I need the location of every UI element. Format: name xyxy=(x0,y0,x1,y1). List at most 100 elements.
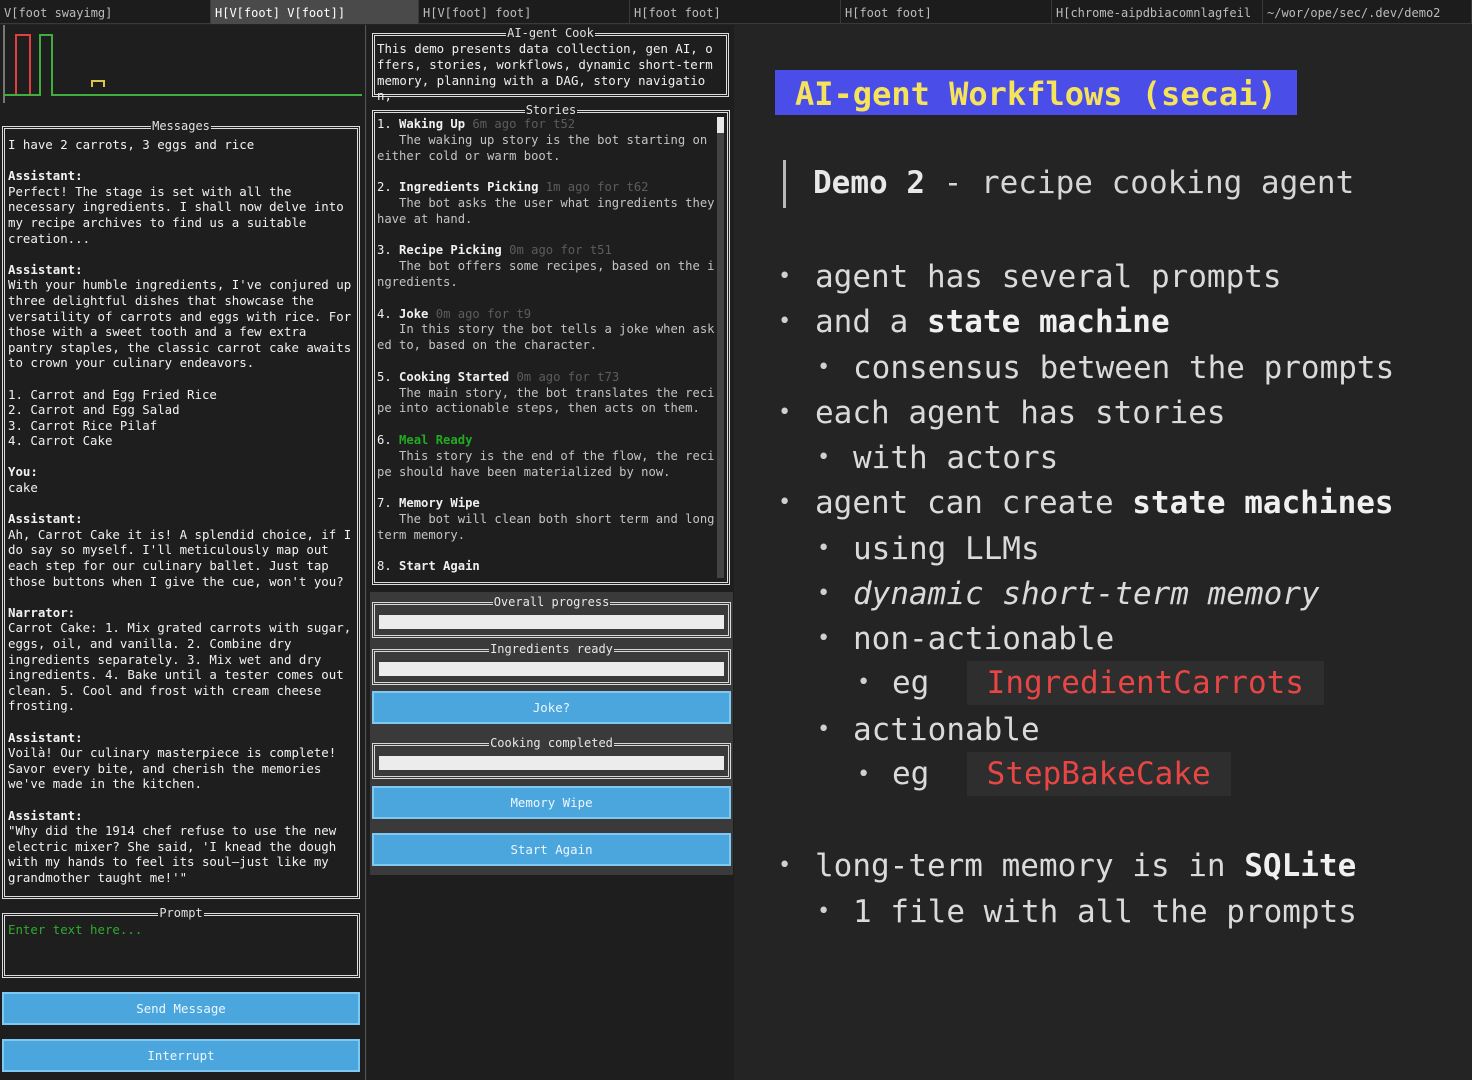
quote-bar xyxy=(783,160,786,208)
bullet-non-actionable: non-actionable xyxy=(853,621,1115,657)
start-again-button[interactable]: Start Again xyxy=(372,833,731,866)
message-text: Ah, Carrot Cake it is! A splendid choice… xyxy=(8,526,352,589)
story-name: Ingredients Picking xyxy=(399,180,539,195)
chat-message: Narrator: Carrot Cake: 1. Mix grated carr… xyxy=(8,605,354,714)
story-meta: 0m ago for t51 xyxy=(509,243,612,258)
message-text: Voilà! Our culinary masterpiece is compl… xyxy=(8,745,337,792)
messages-title: Messages xyxy=(151,119,211,133)
story-name: Meal Ready xyxy=(399,432,473,447)
bullet-dot: • xyxy=(817,355,831,380)
bullet-dot: • xyxy=(817,445,831,470)
story-description: In this story the bot tells a joke when … xyxy=(377,322,715,353)
overall-progress-box: Overall progress xyxy=(372,595,731,638)
ingredients-ready-title: Ingredients ready xyxy=(489,642,614,656)
story-item[interactable]: 4. Joke 0m ago for t9 In this story the b… xyxy=(377,307,715,354)
message-text: Perfect! The stage is set with all the n… xyxy=(8,183,344,246)
joke-button[interactable]: Joke? xyxy=(372,691,731,724)
presentation-slide: AI-gent Workflows (secai) Demo 2 - recip… xyxy=(735,25,1472,1080)
ingredients-ready-bar xyxy=(379,662,724,676)
bullet-create-machines: agent can create state machines xyxy=(815,485,1394,521)
window-tab-6[interactable]: H[chrome-aipdbiacomnlagfeil xyxy=(1052,0,1263,24)
message-role: Assistant: xyxy=(8,168,83,184)
cooking-completed-title: Cooking completed xyxy=(489,736,614,750)
memory-wipe-button[interactable]: Memory Wipe xyxy=(372,786,731,819)
message-role: You: xyxy=(8,464,38,480)
story-name: Waking Up xyxy=(399,117,466,131)
chat-message: Assistant: Perfect! The stage is set with… xyxy=(8,168,354,246)
interrupt-button[interactable]: Interrupt xyxy=(2,1039,360,1072)
message-role: Assistant: xyxy=(8,511,83,527)
story-item[interactable]: 7. Memory Wipe The bot will clean both sh… xyxy=(377,496,715,543)
stories-title: Stories xyxy=(524,103,578,117)
messages-box[interactable]: Messages I have 2 carrots, 3 eggs and ri… xyxy=(2,119,360,899)
bullet-prompts: agent has several prompts xyxy=(815,259,1282,295)
slide-title: AI-gent Workflows (secai) xyxy=(775,70,1297,115)
window-tab-3[interactable]: H[V[foot] foot] xyxy=(419,0,630,24)
story-header: 5. Cooking Started 0m ago for t73 xyxy=(377,370,715,386)
slide-subtitle: Demo 2 - recipe cooking agent xyxy=(813,165,1355,201)
window-tab-1[interactable]: V[foot swayimg] xyxy=(0,0,211,24)
story-description: The bot will clean both short term and l… xyxy=(377,511,715,542)
story-header: 2. Ingredients Picking 1m ago for t62 xyxy=(377,180,715,196)
story-number: 1. xyxy=(377,117,392,131)
overall-progress-title: Overall progress xyxy=(492,595,611,609)
bullet-dot: • xyxy=(778,400,792,425)
story-name: Joke xyxy=(399,306,429,321)
prompt-box[interactable]: Prompt Enter text here... xyxy=(2,906,360,978)
chat-panel: Messages I have 2 carrots, 3 eggs and ri… xyxy=(0,25,366,1080)
stories-box[interactable]: Stories 1. Waking Up 6m ago for t52 The w… xyxy=(372,103,730,585)
window-tab-bar: V[foot swayimg] H[V[foot] V[foot]] H[V[f… xyxy=(0,0,1472,24)
chat-message: Assistant: Ah, Carrot Cake it is! A splen… xyxy=(8,511,354,589)
bullet-one-file: 1 file with all the prompts xyxy=(853,894,1357,930)
about-title: AI-gent Cook xyxy=(506,26,595,40)
stories-scrollbar[interactable] xyxy=(717,117,724,578)
bullet-dot: • xyxy=(778,309,792,334)
bullet-actors: with actors xyxy=(853,440,1059,476)
message-text: Carrot Cake: 1. Mix grated carrots with … xyxy=(8,620,352,714)
ingredients-ready-box: Ingredients ready xyxy=(372,642,731,685)
message-text: cake xyxy=(8,480,38,496)
story-number: 8. xyxy=(377,559,392,574)
bullet-eg-ingredient: eg IngredientCarrots xyxy=(892,661,1324,705)
chat-message: You: cake xyxy=(8,464,354,495)
message-role: Assistant: xyxy=(8,807,83,823)
agent-panel: AI-gent Cook This demo presents data col… xyxy=(367,25,734,1080)
story-meta: 0m ago for t73 xyxy=(516,369,620,384)
story-item[interactable]: 5. Cooking Started 0m ago for t73 The mai… xyxy=(377,370,715,417)
story-item[interactable]: 2. Ingredients Picking 1m ago for t62 The… xyxy=(377,180,715,227)
bullet-dot: • xyxy=(778,490,792,515)
window-tab-2-active[interactable]: H[V[foot] V[foot]] xyxy=(211,0,419,24)
story-item[interactable]: 6. Meal Ready This story is the end of th… xyxy=(377,433,715,480)
story-name: Cooking Started xyxy=(399,369,510,384)
graph-green-line xyxy=(4,34,362,96)
story-description: The bot asks the user what ingredients t… xyxy=(377,195,715,226)
story-number: 4. xyxy=(377,306,392,321)
chat-message: Assistant: Voilà! Our culinary masterpiec… xyxy=(8,730,354,792)
story-number: 7. xyxy=(377,496,392,511)
stories-list[interactable]: 1. Waking Up 6m ago for t52 The waking up… xyxy=(377,117,715,580)
story-item[interactable]: 3. Recipe Picking 0m ago for t51 The bot … xyxy=(377,243,715,290)
story-header: 6. Meal Ready xyxy=(377,433,715,449)
story-header: 4. Joke 0m ago for t9 xyxy=(377,307,715,323)
story-item[interactable]: 1. Waking Up 6m ago for t52 The waking up… xyxy=(377,117,715,164)
window-tab-7[interactable]: ~/wor/ope/sec/.dev/demo2 xyxy=(1263,0,1472,24)
window-tab-4[interactable]: H[foot foot] xyxy=(630,0,841,24)
window-tab-5[interactable]: H[foot foot] xyxy=(841,0,1052,24)
story-number: 3. xyxy=(377,243,392,258)
send-message-button[interactable]: Send Message xyxy=(2,992,360,1025)
story-meta: 1m ago for t62 xyxy=(545,180,649,195)
story-item[interactable]: 8. Start Again xyxy=(377,559,715,575)
story-number: 6. xyxy=(377,432,392,447)
story-name: Memory Wipe xyxy=(399,496,480,511)
bullet-actionable: actionable xyxy=(853,712,1040,748)
story-name: Start Again xyxy=(399,559,480,574)
prompt-input[interactable]: Enter text here... xyxy=(8,922,354,973)
cooking-completed-bar xyxy=(379,756,724,770)
story-description: This story is the end of the flow, the r… xyxy=(377,448,715,479)
cooking-completed-box: Cooking completed xyxy=(372,736,731,779)
messages-log[interactable]: I have 2 carrots, 3 eggs and rice Assista… xyxy=(8,137,354,894)
graph-yellow-line xyxy=(91,80,105,87)
about-text: This demo presents data collection, gen … xyxy=(377,41,713,104)
story-header: 7. Memory Wipe xyxy=(377,496,715,512)
stories-scroll-thumb[interactable] xyxy=(717,117,724,133)
